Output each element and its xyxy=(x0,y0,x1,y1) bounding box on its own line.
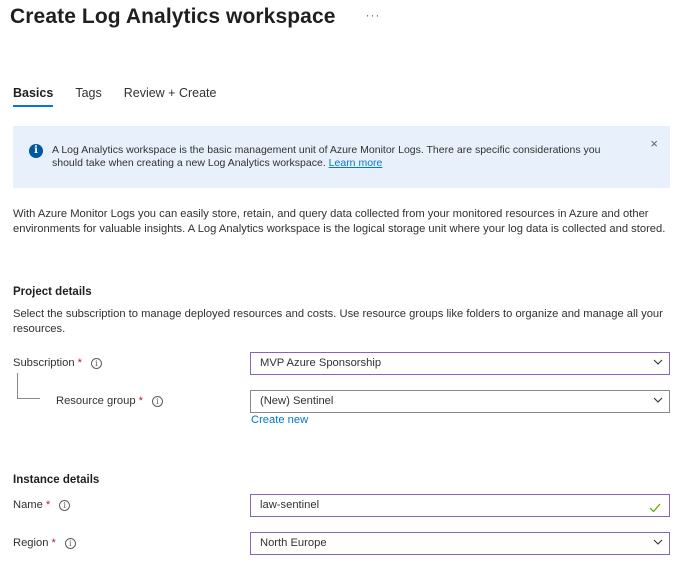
subscription-value: MVP Azure Sponsorship xyxy=(260,357,382,369)
resource-group-label-text: Resource group xyxy=(56,395,136,407)
workspace-description: With Azure Monitor Logs you can easily s… xyxy=(13,208,666,235)
close-icon[interactable]: × xyxy=(650,136,658,151)
instance-details-heading: Instance details xyxy=(13,474,100,486)
tab-bar: Basics Tags Review + Create xyxy=(13,86,238,107)
info-circle-icon: i xyxy=(29,144,43,158)
name-input[interactable]: law-sentinel xyxy=(250,494,670,517)
project-details-description: Select the subscription to manage deploy… xyxy=(13,308,663,335)
name-value: law-sentinel xyxy=(260,499,320,511)
info-banner-text: A Log Analytics workspace is the basic m… xyxy=(52,144,632,170)
page-header: Create Log Analytics workspace ··· xyxy=(10,5,381,29)
create-new-resource-group-link[interactable]: Create new xyxy=(251,414,308,426)
info-icon[interactable]: i xyxy=(151,395,163,407)
subscription-label: Subscription * i xyxy=(13,357,102,369)
checkmark-icon xyxy=(649,500,661,518)
resource-group-value: (New) Sentinel xyxy=(260,395,334,407)
region-label: Region * i xyxy=(13,537,76,549)
chevron-down-icon xyxy=(653,359,663,367)
learn-more-link[interactable]: Learn more xyxy=(329,157,383,169)
region-dropdown[interactable]: North Europe xyxy=(250,532,670,555)
required-marker: * xyxy=(77,357,82,369)
region-value: North Europe xyxy=(260,537,327,549)
required-marker: * xyxy=(138,395,143,407)
project-details-heading: Project details xyxy=(13,286,92,298)
region-label-text: Region xyxy=(13,537,49,549)
chevron-down-icon xyxy=(653,397,663,405)
resource-group-dropdown[interactable]: (New) Sentinel xyxy=(250,390,670,413)
tab-review-create[interactable]: Review + Create xyxy=(124,86,217,107)
tree-connector xyxy=(17,373,40,399)
required-marker: * xyxy=(45,499,51,511)
more-options-button[interactable]: ··· xyxy=(366,8,381,22)
info-banner: i A Log Analytics workspace is the basic… xyxy=(13,126,670,188)
tab-basics[interactable]: Basics xyxy=(13,86,54,107)
name-label: Name * i xyxy=(13,499,71,511)
info-icon[interactable]: i xyxy=(59,499,71,511)
info-icon[interactable]: i xyxy=(64,537,76,549)
info-icon[interactable]: i xyxy=(90,357,102,369)
subscription-label-text: Subscription xyxy=(13,357,75,369)
subscription-dropdown[interactable]: MVP Azure Sponsorship xyxy=(250,352,670,375)
tab-tags[interactable]: Tags xyxy=(75,86,101,107)
name-label-text: Name xyxy=(13,499,43,511)
required-marker: * xyxy=(51,537,56,549)
page-title: Create Log Analytics workspace xyxy=(10,5,336,28)
resource-group-label: Resource group * i xyxy=(56,395,163,407)
chevron-down-icon xyxy=(653,539,663,547)
info-banner-message: A Log Analytics workspace is the basic m… xyxy=(52,144,601,169)
